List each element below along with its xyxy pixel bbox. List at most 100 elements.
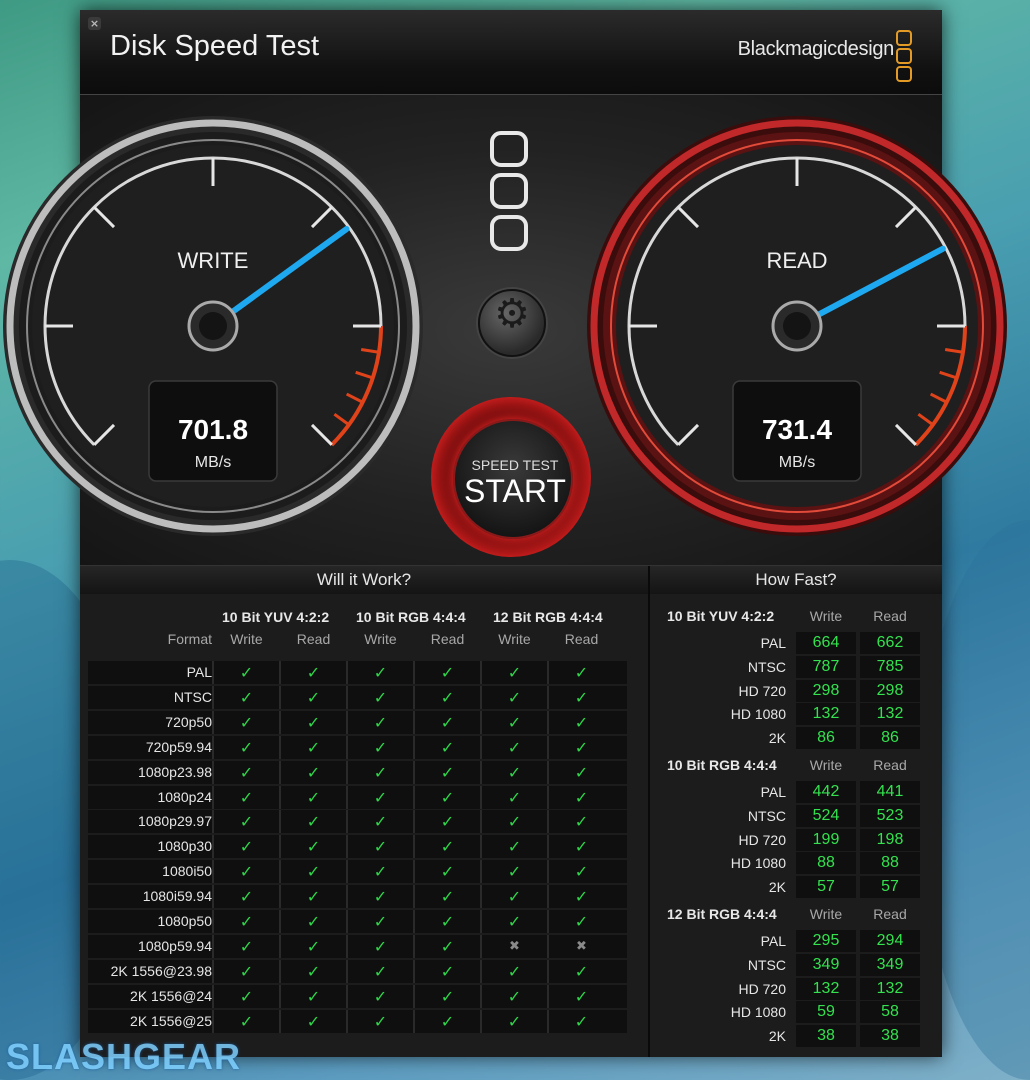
check-icon: ✓ [212, 934, 279, 958]
check-icon: ✓ [480, 959, 547, 983]
table-row: 720p50 ✓ ✓ ✓ ✓ ✓ ✓ [88, 710, 627, 734]
check-icon: ✓ [480, 835, 547, 859]
how-fast-format-label: NTSC [747, 807, 786, 824]
start-speed-test-button[interactable]: SPEED TEST START [431, 397, 591, 557]
check-icon: ✓ [279, 934, 346, 958]
check-icon: ✓ [480, 984, 547, 1008]
check-icon: ✓ [413, 810, 480, 834]
read-speed-value: 58 [860, 1001, 920, 1024]
how-fast-group-header: 10 Bit RGB 4:4:4 [667, 757, 777, 773]
check-icon: ✓ [547, 984, 614, 1008]
check-icon: ✓ [212, 910, 279, 933]
check-icon: ✓ [346, 710, 413, 734]
format-label: 2K 1556@24 [130, 987, 212, 1004]
table-row: 1080p23.98 ✓ ✓ ✓ ✓ ✓ ✓ [88, 760, 627, 784]
check-icon: ✓ [279, 785, 346, 809]
read-speed-value: 785 [860, 655, 920, 678]
how-fast-format-label: HD 720 [738, 831, 786, 848]
write-speed-value: 38 [796, 1025, 856, 1048]
how-fast-format-label: PAL [760, 933, 786, 949]
check-icon: ✓ [547, 835, 614, 859]
read-speed-value: 86 [860, 727, 920, 750]
table-row: 1080p50 ✓ ✓ ✓ ✓ ✓ ✓ [88, 910, 627, 933]
check-icon: ✓ [346, 934, 413, 958]
check-icon: ✓ [346, 661, 413, 684]
check-icon: ✓ [480, 1009, 547, 1033]
check-icon: ✓ [346, 760, 413, 784]
check-icon: ✓ [212, 984, 279, 1008]
table-row: 1080i59.94 ✓ ✓ ✓ ✓ ✓ ✓ [88, 885, 627, 909]
check-icon: ✓ [212, 661, 279, 684]
results-panel: Will it Work? How Fast? 10 Bit YUV 4:2:2… [80, 565, 942, 1057]
check-icon: ✓ [547, 860, 614, 884]
check-icon: ✓ [413, 1009, 480, 1033]
needle-hub-center [783, 312, 811, 340]
check-icon: ✓ [480, 735, 547, 759]
read-column-header: Read [873, 608, 907, 624]
check-icon: ✓ [547, 710, 614, 734]
check-icon: ✓ [480, 710, 547, 734]
how-fast-format-label: HD 720 [738, 682, 786, 699]
format-label: 1080p23.98 [138, 763, 212, 780]
check-icon: ✓ [346, 860, 413, 884]
how-fast-format-label: HD 720 [738, 980, 786, 997]
check-icon: ✓ [212, 1009, 279, 1033]
check-icon: ✓ [413, 984, 480, 1008]
write-speed-value: 524 [796, 804, 856, 827]
check-icon: ✓ [547, 885, 614, 909]
check-icon: ✓ [413, 685, 480, 709]
check-icon: ✓ [212, 785, 279, 809]
read-speed-value: 731.4 [762, 414, 832, 445]
read-speed-value: 662 [860, 632, 920, 654]
disk-speed-test-window: × Disk Speed Test Blackmagicdesign WRITE… [3, 10, 1007, 1057]
read-speed-value: 294 [860, 930, 920, 952]
write-column-header: Write [230, 631, 263, 647]
write-gauge: WRITE 701.8 MB/s [3, 116, 423, 536]
write-speed-value: 86 [796, 727, 856, 750]
table-row: 1080p29.97 ✓ ✓ ✓ ✓ ✓ ✓ [88, 810, 627, 834]
check-icon: ✓ [279, 661, 346, 684]
close-button[interactable]: × [88, 17, 101, 30]
write-speed-value: 132 [796, 977, 856, 1000]
settings-gear-button[interactable]: ⚙ [478, 289, 546, 357]
format-group-header: 12 Bit RGB 4:4:4 [493, 609, 603, 625]
how-fast-format-label: PAL [760, 784, 786, 800]
check-icon: ✓ [547, 735, 614, 759]
format-group-header: 10 Bit RGB 4:4:4 [356, 609, 466, 625]
table-row: NTSC ✓ ✓ ✓ ✓ ✓ ✓ [88, 685, 627, 709]
check-icon: ✓ [212, 885, 279, 909]
read-speed-value: 349 [860, 953, 920, 976]
format-label: NTSC [173, 688, 212, 705]
table-row: 1080p30 ✓ ✓ ✓ ✓ ✓ ✓ [88, 835, 627, 859]
write-speed-unit: MB/s [195, 454, 231, 471]
check-icon: ✓ [480, 810, 547, 834]
format-label: 2K 1556@23.98 [110, 962, 212, 979]
blackmagic-logo-icon [896, 30, 912, 84]
table-row: 2K 1556@24 ✓ ✓ ✓ ✓ ✓ ✓ [88, 984, 627, 1008]
check-icon: ✓ [480, 760, 547, 784]
check-icon: ✓ [346, 685, 413, 709]
start-button-caption: SPEED TEST [471, 457, 559, 473]
check-icon: ✓ [279, 735, 346, 759]
check-icon: ✓ [480, 910, 547, 933]
write-speed-value: 442 [796, 781, 856, 803]
write-speed-value: 199 [796, 828, 856, 851]
how-fast-format-label: PAL [760, 635, 786, 651]
check-icon: ✓ [346, 785, 413, 809]
status-lights-icon [490, 131, 528, 251]
write-speed-value: 57 [796, 876, 856, 899]
format-label: 720p59.94 [145, 738, 212, 755]
format-label: 1080i50 [162, 863, 212, 880]
read-speed-value: 198 [860, 828, 920, 851]
read-gauge: READ 731.4 MB/s [587, 116, 1007, 536]
check-icon: ✓ [547, 959, 614, 983]
gauge-area: WRITE 701.8 MB/s READ 731.4 MB/s ⚙ SPEED TES… [3, 95, 1007, 565]
check-icon: ✓ [413, 760, 480, 784]
check-icon: ✓ [212, 735, 279, 759]
check-icon: ✓ [413, 710, 480, 734]
read-speed-value: 132 [860, 703, 920, 726]
start-button-label: START [464, 473, 566, 509]
check-icon: ✓ [413, 910, 480, 933]
check-icon: ✓ [413, 735, 480, 759]
check-icon: ✓ [279, 959, 346, 983]
